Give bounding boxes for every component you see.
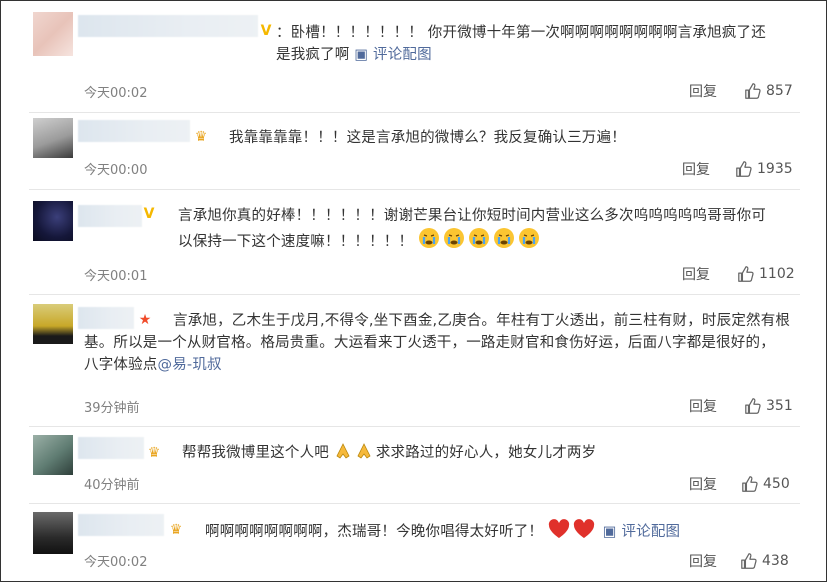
comment-time: 40分钟前 [84, 478, 140, 493]
comment-time: 39分钟前 [84, 401, 140, 416]
like-count: 450 [763, 476, 790, 492]
like-count: 1102 [759, 266, 795, 282]
crown-icon: ♛ [169, 522, 183, 538]
comment-text: 啊啊啊啊啊啊啊啊，杰瑞哥！今晚你唱得太好听了！ ▣ 评论配图 [205, 519, 805, 543]
avatar[interactable] [33, 118, 73, 158]
comment-text: 我靠靠靠靠！！！这是言承旭的微博么？我反复确认三万遍！ [229, 130, 626, 146]
thumb-up-icon [736, 161, 752, 177]
username-redacted[interactable] [78, 437, 144, 459]
image-attachment-link[interactable]: ▣ 评论配图 [354, 47, 432, 63]
divider [29, 294, 800, 295]
reply-button[interactable]: 回复 [689, 551, 717, 571]
like-count: 351 [766, 398, 793, 414]
like-button[interactable]: 351 [744, 397, 793, 415]
like-button[interactable]: 1102 [737, 265, 795, 283]
username-redacted[interactable] [78, 120, 190, 142]
reply-button[interactable]: 回复 [689, 396, 717, 416]
avatar[interactable] [33, 304, 73, 344]
like-count: 438 [762, 553, 789, 569]
comment-text: 帮帮我微博里这个人吧 求求路过的好心人，她女儿才两岁 [182, 443, 597, 461]
like-button[interactable]: 1935 [735, 160, 793, 178]
avatar[interactable] [33, 201, 73, 241]
crying-emoji-icon [418, 228, 543, 250]
crown-icon: ♛ [194, 129, 208, 145]
mention-link[interactable]: @易-玑叔 [158, 357, 222, 373]
vip-badge-icon: V [260, 23, 272, 39]
like-button[interactable]: 450 [741, 475, 790, 493]
username-redacted[interactable] [78, 15, 258, 37]
divider [29, 426, 800, 427]
reply-button[interactable]: 回复 [689, 81, 717, 101]
like-button[interactable]: 438 [740, 552, 789, 570]
thumb-up-icon [745, 398, 761, 414]
pray-emoji-icon [334, 443, 376, 461]
comment-time: 今天00:02 [84, 86, 148, 101]
thumb-up-icon [738, 266, 754, 282]
divider [29, 112, 800, 113]
reply-button[interactable]: 回复 [689, 474, 717, 494]
thumb-up-icon [745, 83, 761, 99]
divider [29, 503, 800, 504]
username-redacted[interactable] [78, 205, 142, 227]
reply-button[interactable]: 回复 [682, 264, 710, 284]
comment-text: ：卧槽！！！！！！！ 你开微博十年第一次啊啊啊啊啊啊啊啊言承旭疯了还 是我疯了啊… [276, 25, 766, 63]
image-attachment-link[interactable]: ▣ 评论配图 [603, 524, 681, 540]
divider [29, 189, 800, 190]
comment-time: 今天00:00 [84, 163, 148, 178]
thumb-up-icon [742, 476, 758, 492]
like-count: 1935 [757, 161, 793, 177]
heart-emoji-icon [548, 519, 598, 540]
comment-time: 今天00:02 [84, 555, 148, 570]
like-count: 857 [766, 83, 793, 99]
avatar[interactable] [33, 435, 73, 475]
username-redacted[interactable] [78, 307, 134, 329]
crown-icon: ♛ [147, 445, 161, 461]
username-redacted[interactable] [78, 514, 164, 536]
avatar[interactable] [33, 12, 73, 56]
avatar[interactable] [33, 512, 73, 554]
star-icon: ★ [138, 312, 152, 328]
comment-text: 言承旭你真的好棒！！！！！！谢谢芒果台让你短时间内营业这么多次呜呜呜呜呜哥哥你可… [178, 208, 766, 250]
comment-text: 言承旭，乙木生于戊月,不得令,坐下酉金,乙庚合。年柱有丁火透出，前三柱有财，时辰… [84, 313, 791, 373]
comment-time: 今天00:01 [84, 269, 148, 284]
like-button[interactable]: 857 [744, 82, 793, 100]
reply-button[interactable]: 回复 [682, 159, 710, 179]
thumb-up-icon [741, 553, 757, 569]
vip-badge-icon: V [143, 206, 155, 222]
